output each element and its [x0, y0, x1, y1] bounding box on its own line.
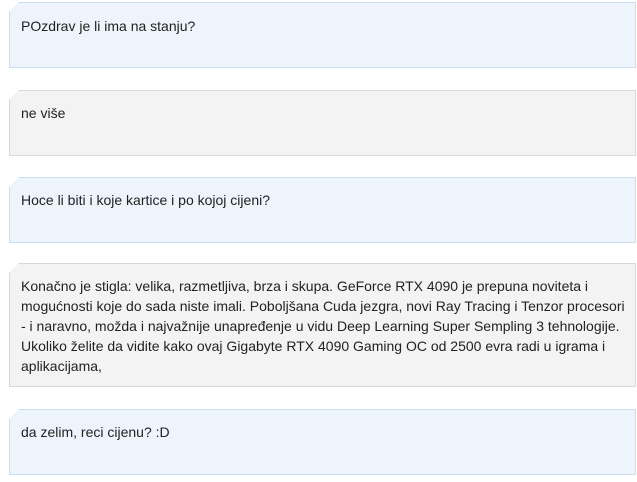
- speech-pointer: [9, 2, 19, 12]
- question-message: Hoce li biti i koje kartice i po kojoj c…: [9, 177, 636, 243]
- answer-message: Konačno je stigla: velika, razmetljiva, …: [9, 263, 636, 387]
- question-message: da zelim, reci cijenu? :D: [9, 409, 636, 475]
- message-text: POzdrav je li ima na stanju?: [21, 18, 196, 34]
- speech-pointer: [9, 409, 19, 419]
- message-thread: POzdrav je li ima na stanju? ne više Hoc…: [0, 0, 637, 482]
- speech-pointer: [9, 263, 19, 273]
- message-text: Hoce li biti i koje kartice i po kojoj c…: [21, 192, 270, 208]
- answer-message: ne više: [9, 90, 636, 156]
- message-text: Konačno je stigla: velika, razmetljiva, …: [21, 278, 625, 374]
- message-text: ne više: [21, 105, 66, 121]
- question-message: POzdrav je li ima na stanju?: [9, 2, 636, 68]
- speech-pointer: [9, 90, 19, 100]
- speech-pointer: [9, 177, 19, 187]
- message-text: da zelim, reci cijenu? :D: [21, 424, 170, 440]
